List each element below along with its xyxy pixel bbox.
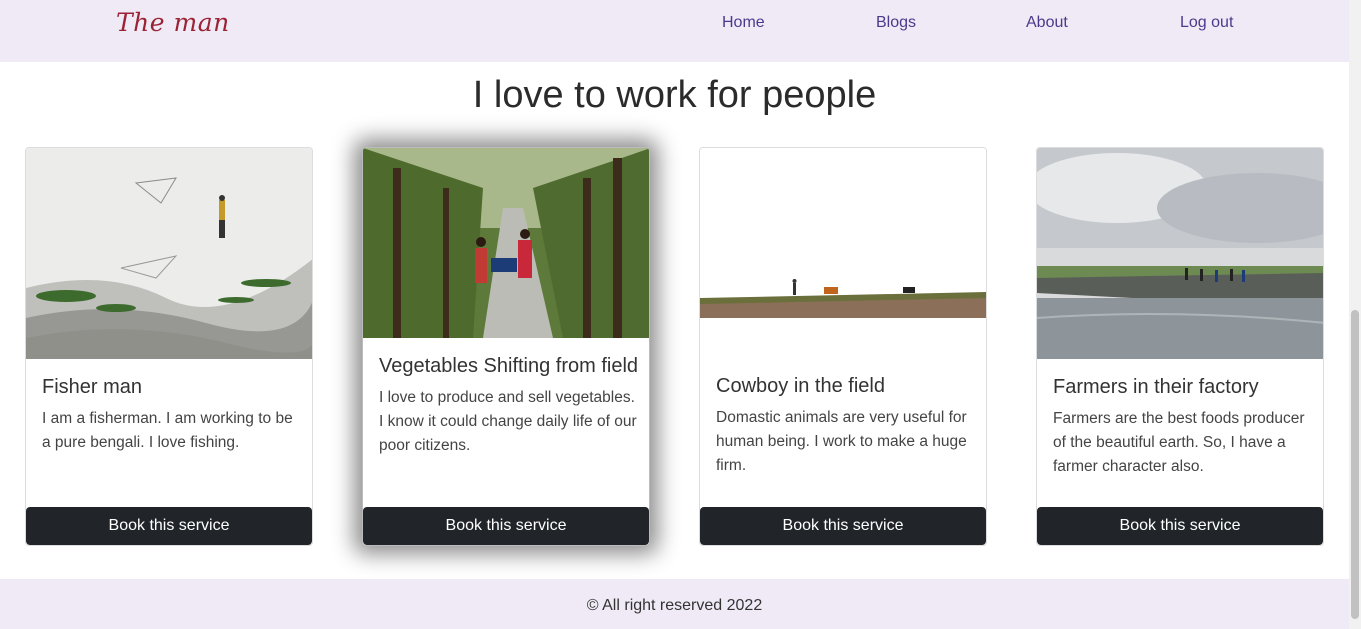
card-text: Domastic animals are very useful for hum…	[716, 409, 967, 474]
vegetables-image	[363, 148, 649, 338]
service-card-fisher: Fisher man I am a fisherman. I am workin…	[25, 147, 313, 546]
book-service-button[interactable]: Book this service	[1037, 507, 1323, 545]
nav-link-logout[interactable]: Log out	[1180, 14, 1233, 32]
card-text: I am a fisherman. I am working to be a p…	[42, 410, 293, 451]
footer-copyright: © All right reserved 2022	[586, 597, 763, 614]
service-card-farmers: Farmers in their factory Farmers are the…	[1036, 147, 1324, 546]
card-text: I love to produce and sell vegetables. I…	[379, 389, 637, 454]
card-title: Fisher man	[42, 376, 143, 398]
navbar: The man Home Blogs About Log out	[0, 0, 1349, 62]
brand-logo[interactable]: The man	[116, 8, 230, 37]
footer: © All right reserved 2022	[0, 579, 1349, 629]
vertical-scrollbar[interactable]	[1349, 0, 1361, 629]
card-text: Farmers are the best foods producer of t…	[1053, 410, 1305, 475]
card-title: Farmers in their factory	[1053, 376, 1259, 398]
cowboy-image	[700, 148, 986, 348]
scrollbar-thumb[interactable]	[1351, 310, 1359, 619]
nav-link-about[interactable]: About	[1026, 14, 1068, 32]
book-service-button[interactable]: Book this service	[700, 507, 986, 545]
farmers-image	[1037, 148, 1323, 359]
service-card-vegetables: Vegetables Shifting from field I love to…	[362, 147, 650, 546]
card-title: Vegetables Shifting from field	[379, 355, 639, 377]
card-title: Cowboy in the field	[716, 375, 885, 397]
service-card-cowboy: Cowboy in the field Domastic animals are…	[699, 147, 987, 546]
page-title: I love to work for people	[472, 74, 877, 116]
nav-link-blogs[interactable]: Blogs	[876, 14, 916, 32]
book-service-button[interactable]: Book this service	[363, 507, 649, 545]
nav-link-home[interactable]: Home	[722, 14, 765, 32]
book-service-button[interactable]: Book this service	[26, 507, 312, 545]
fisherman-image	[26, 148, 312, 359]
